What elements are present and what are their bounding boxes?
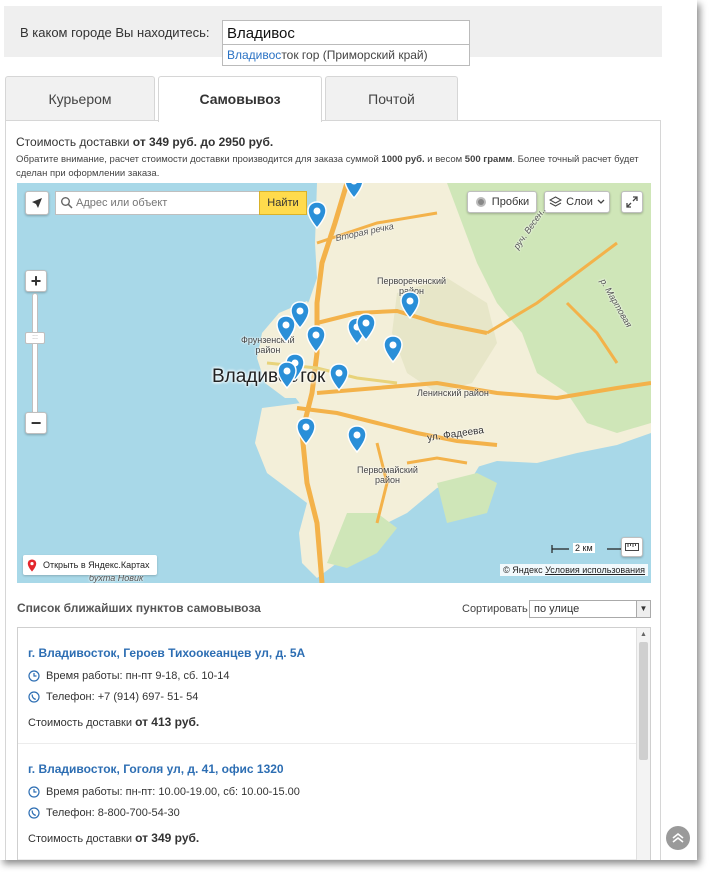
map-pin-icon[interactable] (400, 291, 420, 319)
open-in-yandex-maps-button[interactable]: Открыть в Яндекс.Картах (23, 555, 158, 575)
tab-post[interactable]: Почтой (325, 76, 458, 121)
layers-icon (549, 196, 563, 207)
map-pin-icon[interactable] (347, 425, 367, 453)
delivery-note: Обратите внимание, расчет стоимости дост… (16, 153, 646, 181)
map-pin-icon[interactable] (329, 363, 349, 391)
zoom-in-button[interactable]: + (25, 270, 47, 292)
map-pin-icon[interactable] (296, 417, 316, 445)
map-find-button[interactable]: Найти (259, 191, 307, 215)
pickup-point-phone: Телефон: +7 (914) 697- 51- 54 (28, 691, 626, 703)
city-input[interactable] (222, 20, 470, 46)
map-pin-icon[interactable] (276, 315, 296, 343)
scale-label: 2 км (573, 543, 595, 553)
suggestion-match: Владивос (227, 48, 282, 62)
city-question-label: В каком городе Вы находитесь: (20, 25, 210, 40)
zoom-slider-track[interactable] (32, 293, 38, 418)
cost-prefix: Стоимость доставки (28, 717, 132, 729)
fullscreen-button[interactable] (621, 191, 643, 213)
note-weight: 500 грамм (464, 154, 513, 165)
district-pervomaisky: Первомайский район (357, 465, 418, 485)
terms-link[interactable]: Условия использования (545, 565, 645, 575)
phone-icon (28, 691, 40, 703)
map-search-input[interactable] (55, 191, 259, 215)
district-leninsky: Ленинский район (417, 388, 489, 398)
scroll-up-arrow-icon[interactable]: ▲ (637, 628, 650, 642)
delivery-cost-prefix: Стоимость доставки (16, 135, 130, 149)
phone-icon (28, 807, 40, 819)
pickup-point-address[interactable]: г. Владивосток, Гоголя ул, д. 41, офис 1… (28, 762, 626, 776)
pickup-point-hours: Время работы: пн-пт 9-18, сб. 10-14 (28, 670, 626, 682)
map-pin-icon[interactable] (356, 313, 376, 341)
map-pin-icon[interactable] (306, 325, 326, 353)
suggestion-rest: ток гор (Приморский край) (281, 48, 428, 62)
tab-courier[interactable]: Курьером (5, 76, 155, 121)
pickup-panel: Стоимость доставки от 349 руб. до 2950 р… (5, 120, 661, 860)
list-item: г. Владивосток, Героев Тихоокеанцев ул, … (18, 628, 636, 744)
chevron-down-icon (597, 199, 605, 204)
map-pin-icon[interactable] (307, 201, 327, 229)
map-pin-icon[interactable] (277, 361, 297, 389)
open-in-yandex-maps-label: Открыть в Яндекс.Картах (43, 560, 150, 570)
copyright-label: © Яндекс (503, 565, 543, 575)
traffic-button[interactable]: Пробки (467, 191, 537, 213)
clock-icon (28, 786, 40, 798)
list-scrollbar[interactable]: ▲ ▼ (636, 628, 650, 860)
pickup-point-hours: Время работы: пн-пт: 10.00-19.00, сб: 10… (28, 786, 626, 798)
phone-text: Телефон: 8-800-700-54-30 (46, 807, 180, 819)
cost-value: от 413 руб. (135, 715, 200, 729)
pickup-points-list[interactable]: г. Владивосток, Героев Тихоокеанцев ул, … (17, 627, 651, 860)
note-part-1: Обратите внимание, расчет стоимости дост… (16, 154, 379, 165)
hours-text: Время работы: пн-пт 9-18, сб. 10-14 (46, 670, 230, 682)
map-scale: 2 км (551, 542, 625, 556)
tab-pickup[interactable]: Самовывоз (158, 76, 322, 122)
geolocation-button[interactable] (25, 191, 49, 215)
map-city-label: Владивосток (212, 366, 326, 387)
zoom-out-button[interactable]: − (25, 412, 47, 434)
pickup-point-address[interactable]: г. Владивосток, Героев Тихоокеанцев ул, … (28, 646, 626, 660)
pickup-list-title: Список ближайших пунктов самовывоза (17, 601, 261, 615)
scroll-to-top-button[interactable] (666, 826, 690, 850)
cost-value: от 349 руб. (135, 831, 200, 845)
phone-text: Телефон: +7 (914) 697- 51- 54 (46, 691, 199, 703)
note-sum: 1000 руб. (381, 154, 425, 165)
clock-icon (28, 670, 40, 682)
expand-icon (626, 196, 638, 208)
page-frame: В каком городе Вы находитесь: Владивосто… (0, 0, 697, 860)
ruler-button[interactable] (621, 537, 643, 557)
hours-text: Время работы: пн-пт: 10.00-19.00, сб: 10… (46, 786, 300, 798)
sort-select[interactable]: по улице ▼ (529, 600, 651, 618)
yandex-pin-icon (27, 559, 37, 571)
pickup-point-cost: Стоимость доставки от 349 руб. (28, 831, 626, 845)
city-suggestion[interactable]: Владивосток гор (Приморский край) (222, 44, 470, 66)
traffic-icon (475, 197, 486, 207)
layers-label: Слои (566, 196, 593, 208)
double-chevron-up-icon (672, 833, 684, 843)
note-part-2: и весом (427, 154, 463, 165)
traffic-label: Пробки (491, 196, 530, 208)
delivery-cost-range: от 349 руб. до 2950 руб. (132, 135, 274, 149)
pickup-point-phone: Телефон: 8-800-700-54-30 (28, 807, 626, 819)
dropdown-arrow-icon[interactable]: ▼ (636, 601, 650, 617)
sort-label: Сортировать (462, 603, 528, 615)
map-pin-icon[interactable] (344, 183, 364, 199)
yandex-map[interactable]: Найти Пробки Слои + ::: − Владивосток Фр… (17, 183, 651, 583)
map-copyright: © Яндекс Условия использования (500, 564, 648, 576)
map-pin-icon[interactable] (383, 335, 403, 363)
layers-button[interactable]: Слои (544, 191, 610, 213)
location-arrow-icon (32, 198, 42, 208)
list-item: г. Владивосток, Гоголя ул, д. 41, офис 1… (18, 744, 636, 860)
zoom-slider-handle[interactable]: ::: (25, 332, 45, 344)
pickup-point-cost: Стоимость доставки от 413 руб. (28, 715, 626, 729)
scrollbar-thumb[interactable] (639, 642, 648, 760)
ruler-icon (625, 543, 639, 551)
search-icon (61, 197, 73, 209)
delivery-cost-line: Стоимость доставки от 349 руб. до 2950 р… (16, 135, 273, 149)
cost-prefix: Стоимость доставки (28, 833, 132, 845)
sort-select-value: по улице (534, 603, 580, 615)
